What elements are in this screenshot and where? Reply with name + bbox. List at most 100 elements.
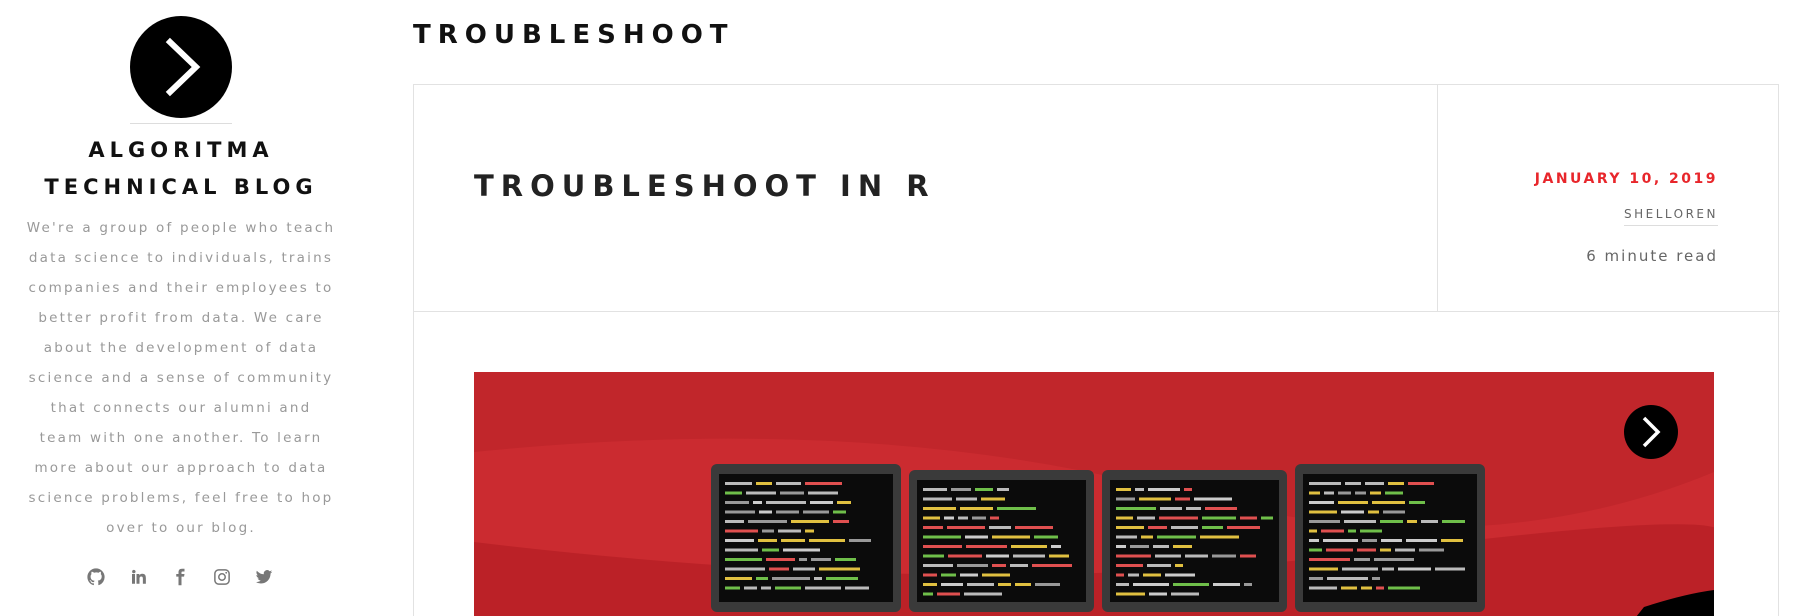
code-line [1365,482,1384,485]
twitter-icon[interactable] [253,566,275,588]
code-line [1212,554,1236,558]
site-title-line2: TECHNICAL BLOG [44,175,318,199]
code-line [1441,539,1463,542]
code-line [1309,539,1319,542]
code-line [964,592,1002,596]
code-line [748,520,787,523]
code-line [1011,545,1047,548]
hero-image [474,372,1714,616]
code-line [1321,529,1344,533]
code-line [923,592,933,596]
code-line [762,548,779,552]
code-line [1202,516,1236,520]
linkedin-icon[interactable] [127,566,149,588]
code-line [845,586,869,590]
code-line [799,558,807,561]
social-links [0,566,360,590]
hero-illustration [474,405,1714,616]
code-line [1355,491,1366,495]
code-line [725,577,752,580]
code-line [725,491,742,495]
github-icon[interactable] [85,566,107,588]
code-line [756,577,768,580]
code-line [781,539,805,542]
code-line [1116,545,1126,548]
code-line [725,510,755,514]
facebook-icon[interactable] [169,566,191,588]
code-line [1130,545,1149,548]
code-line [1157,535,1196,539]
instagram-icon[interactable] [211,566,233,588]
code-line [1381,539,1402,542]
code-line [810,501,833,504]
code-line [1362,539,1377,542]
read-time: 6 minute read [1586,247,1718,265]
code-line [759,510,772,514]
code-line [1406,539,1437,542]
code-line [1143,573,1161,577]
code-line [957,564,988,567]
code-line [756,482,772,485]
code-line [1309,586,1337,590]
code-line [725,567,765,571]
code-line [1323,539,1358,542]
code-line [761,586,771,590]
post-title[interactable]: TROUBLESHOOT IN R [474,169,936,203]
code-line [1360,529,1382,533]
code-line [808,491,838,495]
code-line [1419,548,1444,552]
code-line [1309,491,1320,495]
code-line [791,520,829,523]
code-line [923,573,937,577]
page-title: TROUBLESHOOT [413,20,735,50]
code-line [725,586,740,590]
code-line [1341,586,1357,590]
code-line [992,535,1030,539]
site-logo[interactable] [130,16,232,118]
code-line [948,554,982,558]
post-author-link[interactable]: SHELLOREN [1623,207,1718,226]
code-line [769,567,789,571]
code-line [1376,586,1384,590]
code-line [1116,507,1156,510]
code-line [1341,510,1364,514]
code-line [1128,573,1139,577]
code-line [1344,520,1376,523]
code-line [1327,577,1368,580]
code-line [1116,564,1143,567]
code-line [1175,497,1190,501]
code-line [1395,548,1415,552]
code-line [1374,558,1414,561]
code-line [1200,535,1239,539]
code-line [809,539,845,542]
code-line [780,491,804,495]
code-line [1185,554,1208,558]
code-line [1435,567,1465,571]
code-line [1309,482,1341,485]
code-line [1421,520,1438,523]
code-line [1348,529,1356,533]
code-line [1309,510,1337,514]
code-line [793,567,815,571]
code-line [923,507,956,510]
code-line [1173,545,1192,548]
code-line [725,520,744,523]
code-line [1361,586,1372,590]
code-line [1116,497,1135,501]
code-line [1139,497,1171,501]
code-line [833,520,849,523]
code-line [1135,488,1144,491]
code-line [975,488,993,491]
site-title[interactable]: ALGORITMA TECHNICAL BLOG [20,132,342,206]
code-line [762,529,774,533]
code-line [814,577,822,580]
code-line [1165,573,1195,577]
code-line [1015,583,1031,586]
code-line [805,529,814,533]
code-line [1326,548,1353,552]
code-line [1382,567,1394,571]
code-line [1388,482,1404,485]
code-line [937,592,960,596]
code-line [837,501,851,504]
code-line [1034,535,1058,539]
